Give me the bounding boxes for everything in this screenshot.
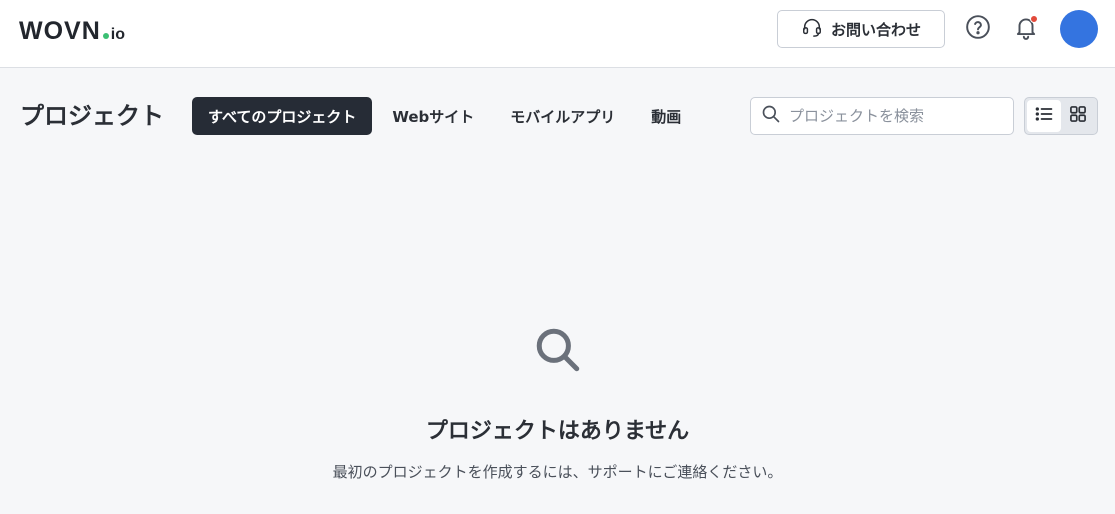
project-tabs: すべてのプロジェクト Webサイト モバイルアプリ 動画 [192, 97, 697, 135]
help-icon [965, 14, 991, 44]
page-title: プロジェクト [20, 102, 164, 130]
contact-label: お問い合わせ [830, 20, 921, 39]
logo-dot [102, 33, 109, 39]
list-view-button[interactable] [1027, 100, 1061, 132]
tab-mobile-apps[interactable]: モバイルアプリ [494, 97, 631, 135]
grid-view-button[interactable] [1061, 100, 1095, 132]
contact-button[interactable]: お問い合わせ [777, 10, 945, 48]
list-icon [1034, 104, 1054, 128]
logo-suffix: io [110, 26, 125, 43]
empty-state-title: プロジェクトはありません [425, 419, 690, 444]
empty-state-description: 最初のプロジェクトを作成するには、サポートにご連絡ください。 [332, 463, 783, 481]
help-button[interactable] [963, 14, 993, 44]
search-input[interactable] [789, 107, 999, 125]
top-bar: WOVN io お問い合わせ [0, 0, 1115, 68]
user-avatar[interactable] [1060, 10, 1098, 48]
search-icon [761, 104, 781, 128]
grid-icon [1068, 104, 1088, 128]
logo-text: WOVN [19, 17, 101, 45]
wovn-logo[interactable]: WOVN io [19, 17, 125, 45]
search-icon [533, 325, 583, 379]
tab-all-projects[interactable]: すべてのプロジェクト [192, 97, 373, 135]
tab-videos[interactable]: 動画 [635, 97, 697, 135]
empty-state: プロジェクトはありません 最初のプロジェクトを作成するには、サポートにご連絡くだ… [0, 325, 1115, 482]
notification-badge [1030, 15, 1038, 23]
project-search [750, 97, 1014, 135]
notifications-button[interactable] [1011, 14, 1041, 44]
tab-websites[interactable]: Webサイト [376, 97, 490, 135]
view-toggle [1024, 97, 1098, 135]
headset-icon [801, 16, 823, 42]
